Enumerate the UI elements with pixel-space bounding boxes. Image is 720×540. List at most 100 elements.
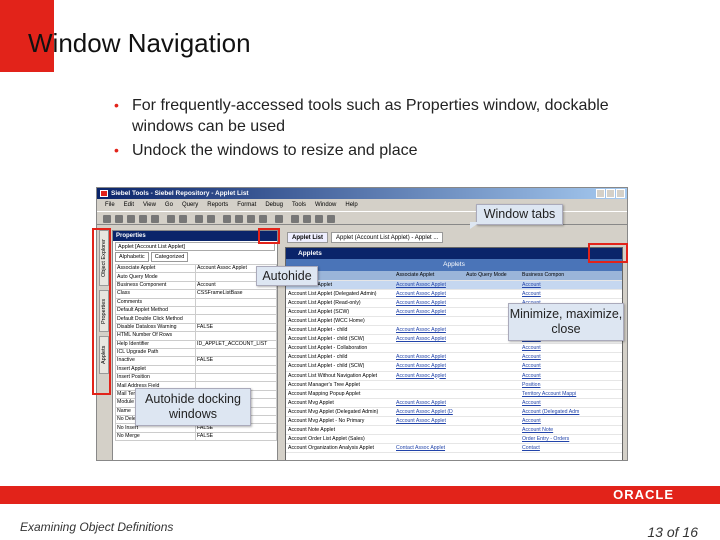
property-value[interactable] [195, 314, 277, 324]
table-cell[interactable]: Account Assoc Applet [394, 361, 464, 372]
menu-file[interactable]: File [105, 200, 115, 210]
table-cell[interactable]: Account Assoc Applet (D [394, 407, 464, 418]
table-row[interactable]: Account Manager's Tree Applet Position [286, 380, 622, 390]
tab-categorized[interactable]: Categorized [150, 252, 189, 262]
new-icon[interactable] [103, 215, 111, 223]
property-value[interactable]: ID_APPLET_ACCOUNT_LIST [195, 339, 277, 349]
table-cell[interactable]: Account [520, 289, 622, 299]
table-cell[interactable] [394, 380, 464, 390]
property-row[interactable]: Default Applet Method [115, 305, 277, 316]
property-row[interactable]: Class CSSFrameListBase [115, 289, 277, 299]
property-value[interactable] [195, 297, 277, 307]
last-record-icon[interactable] [259, 215, 267, 223]
first-record-icon[interactable] [223, 215, 231, 223]
search-icon[interactable] [291, 215, 299, 223]
property-value[interactable]: CSSFrameListBase [195, 289, 277, 299]
property-value[interactable]: FALSE [195, 322, 277, 333]
table-cell[interactable]: Account [520, 398, 622, 408]
column-header-associate-applet[interactable]: Associate Applet [394, 271, 464, 281]
table-cell[interactable]: Account [520, 343, 622, 354]
maximize-icon[interactable] [606, 189, 615, 198]
grid-icon[interactable] [207, 215, 215, 223]
property-row[interactable]: No Merge FALSE [115, 431, 277, 442]
property-value[interactable] [195, 331, 277, 341]
undo-icon[interactable] [167, 215, 175, 223]
table-cell[interactable] [394, 425, 464, 436]
menu-query[interactable]: Query [182, 200, 198, 210]
table-row[interactable]: Account List Applet - Collaboration Accou… [286, 343, 622, 354]
table-cell[interactable] [394, 316, 464, 327]
tab-applet-list[interactable]: Applet List [287, 232, 328, 243]
table-cell[interactable]: Account Assoc Applet [394, 289, 464, 299]
property-value[interactable] [195, 305, 277, 316]
property-row[interactable]: Default Double Click Method [115, 314, 277, 324]
tab-applet-detail[interactable]: Applet (Account List Applet) - Applet ..… [331, 232, 444, 243]
property-value[interactable] [195, 364, 277, 375]
table-row[interactable]: Account List AppletAccount Assoc AppletA… [286, 280, 622, 290]
property-row[interactable]: Associate Applet Account Assoc Applet [115, 263, 277, 274]
table-cell[interactable]: Order Entry - Orders [520, 434, 622, 445]
menu-debug[interactable]: Debug [265, 200, 283, 210]
table-cell[interactable] [394, 389, 464, 399]
table-cell[interactable]: Account [520, 416, 622, 427]
table-row[interactable]: Account List Applet (Delegated Admin) Acc… [286, 289, 622, 299]
menu-help[interactable]: Help [345, 200, 357, 210]
menu-go[interactable]: Go [165, 200, 173, 210]
property-row[interactable]: Disable Dataloss Warning FALSE [115, 322, 277, 333]
minimize-icon[interactable] [596, 189, 605, 198]
property-value[interactable] [195, 347, 277, 358]
table-row[interactable]: Account Mvg Applet (Delegated Admin) Acco… [286, 407, 622, 418]
table-cell[interactable] [394, 343, 464, 354]
redo-icon[interactable] [179, 215, 187, 223]
menu-reports[interactable]: Reports [207, 200, 228, 210]
table-cell[interactable]: Position [520, 380, 622, 390]
property-row[interactable]: Business Component Account [115, 280, 277, 291]
property-row[interactable]: ICL Upgrade Path [115, 347, 277, 358]
query-icon[interactable] [315, 215, 323, 223]
table-cell[interactable]: Account Assoc Applet [394, 352, 464, 363]
property-row[interactable]: Insert Applet [115, 364, 277, 375]
property-row[interactable]: Auto Query Mode [115, 272, 277, 282]
property-row[interactable]: Inactive FALSE [115, 356, 277, 366]
menu-edit[interactable]: Edit [124, 200, 134, 210]
property-value[interactable] [195, 373, 277, 383]
table-cell[interactable]: Account Assoc Applet [394, 280, 464, 290]
property-row[interactable]: HTML Number Of Rows [115, 331, 277, 341]
prev-record-icon[interactable] [235, 215, 243, 223]
table-cell[interactable] [394, 434, 464, 445]
table-row[interactable]: Account Mvg Applet Account Assoc Applet Ac… [286, 398, 622, 408]
table-cell[interactable]: Account Assoc Applet [394, 325, 464, 336]
next-record-icon[interactable] [247, 215, 255, 223]
table-cell[interactable]: Account Assoc Applet [394, 416, 464, 427]
table-cell[interactable]: Account Assoc Applet [394, 398, 464, 408]
table-cell[interactable]: Account [520, 361, 622, 372]
tab-alphabetic[interactable]: Alphabetic [115, 252, 149, 262]
table-cell[interactable]: Account (Delegated Adm [520, 407, 622, 418]
table-row[interactable]: Account Organization Analysis Applet Cont… [286, 443, 622, 454]
record-icon[interactable] [195, 215, 203, 223]
filter-icon[interactable] [327, 215, 335, 223]
table-cell[interactable]: Territory Account Mappi [520, 389, 622, 399]
table-row[interactable]: Account Mvg Applet - No Primary Account A… [286, 416, 622, 427]
object-selector[interactable]: Applet [Account List Applet] [115, 242, 275, 251]
table-cell[interactable]: Contact Assoc Applet [394, 443, 464, 454]
property-row[interactable]: Insert Position [115, 373, 277, 383]
column-header-business-component[interactable]: Business Compon [520, 271, 622, 281]
menu-window[interactable]: Window [315, 200, 336, 210]
table-cell[interactable]: Account Assoc Applet [394, 298, 464, 308]
copy-icon[interactable] [139, 215, 147, 223]
table-row[interactable]: Account List Without Navigation Applet Ac… [286, 371, 622, 381]
table-row[interactable]: Account Order List Applet (Sales) Order E… [286, 434, 622, 445]
table-row[interactable]: Account Mapping Popup Applet Territory Ac… [286, 389, 622, 399]
column-header-auto-query[interactable]: Auto Query Mode [464, 271, 520, 281]
property-row[interactable]: Comments [115, 297, 277, 307]
table-cell[interactable]: Account Assoc Applet [394, 334, 464, 345]
table-row[interactable]: Account List Applet - child (SCW) Account… [286, 361, 622, 372]
table-row[interactable]: Account List Applet - child Account Assoc… [286, 352, 622, 363]
save-icon[interactable] [115, 215, 123, 223]
property-value[interactable]: FALSE [195, 431, 277, 442]
table-cell[interactable]: Account [520, 280, 622, 290]
menu-format[interactable]: Format [237, 200, 256, 210]
menu-view[interactable]: View [143, 200, 156, 210]
property-row[interactable]: Help Identifier ID_APPLET_ACCOUNT_LIST [115, 339, 277, 349]
